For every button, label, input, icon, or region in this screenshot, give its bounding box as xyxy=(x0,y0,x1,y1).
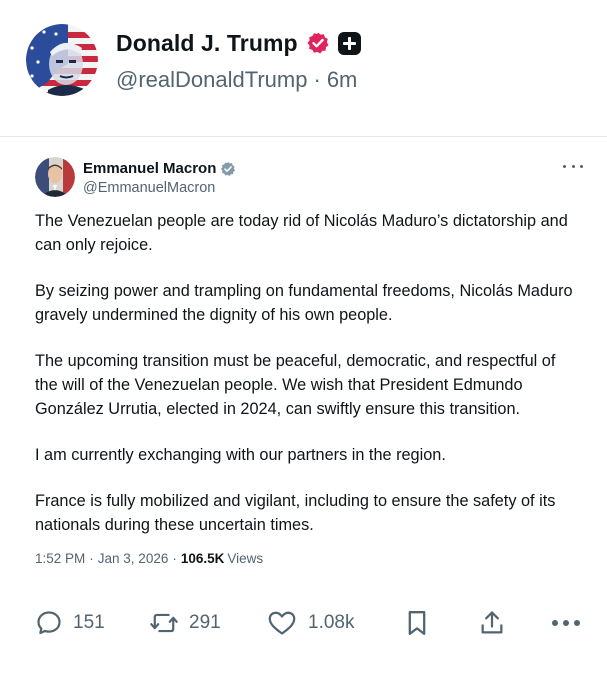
reply-count: 151 xyxy=(73,612,105,633)
post-time-ago[interactable]: 6m xyxy=(327,67,358,93)
post-paragraph: I am currently exchanging with our partn… xyxy=(35,446,446,464)
post-paragraph: By seizing power and trampling on fundam… xyxy=(35,282,573,324)
more-actions-button[interactable] xyxy=(550,603,582,643)
embedded-author-handle[interactable]: @EmmanuelMacron xyxy=(83,180,236,196)
dot xyxy=(563,164,566,168)
views-count[interactable]: 106.5K xyxy=(181,551,225,566)
like-button[interactable]: 1.08k xyxy=(266,603,354,643)
bookmark-icon xyxy=(408,611,426,635)
separator-dot: · xyxy=(172,551,177,566)
share-icon xyxy=(481,611,503,634)
reply-icon xyxy=(37,611,61,635)
action-bar: 151 291 1.08k xyxy=(35,603,595,643)
more-icon xyxy=(552,620,580,626)
repost-button[interactable]: 291 xyxy=(149,603,221,643)
post-date[interactable]: Jan 3, 2026 xyxy=(98,551,169,566)
reply-button[interactable]: 151 xyxy=(35,603,105,643)
dot xyxy=(571,164,575,168)
post-timestamp: 1:52 PM · Jan 3, 2026 · 106.5K Views xyxy=(35,551,263,566)
separator-dot: · xyxy=(313,67,321,92)
views-label: Views xyxy=(227,551,264,566)
verified-badge-icon xyxy=(307,32,329,54)
like-count: 1.08k xyxy=(308,612,355,633)
plus-icon xyxy=(337,31,361,55)
author-handle[interactable]: @realDonaldTrump xyxy=(116,67,307,93)
outer-post-header: Donald J. Trump @realDonaldTrump · 6m xyxy=(26,20,361,100)
post-paragraph: The Venezuelan people are today rid of N… xyxy=(35,212,568,254)
post-paragraph: France is fully mobilized and vigilant, … xyxy=(35,492,556,534)
avatar[interactable] xyxy=(26,24,98,96)
verified-badge-icon xyxy=(221,161,236,176)
heart-icon xyxy=(268,611,296,635)
more-options-icon[interactable] xyxy=(563,161,583,171)
embedded-author-name[interactable]: Emmanuel Macron xyxy=(83,160,216,177)
repost-count: 291 xyxy=(189,612,221,633)
post-time[interactable]: 1:52 PM xyxy=(35,551,85,566)
embedded-post-header: Emmanuel Macron @EmmanuelMacron xyxy=(35,157,236,197)
bookmark-button[interactable] xyxy=(405,603,429,643)
repost-icon xyxy=(150,613,178,633)
share-button[interactable] xyxy=(478,603,506,643)
embedded-avatar[interactable] xyxy=(35,157,75,197)
post-text: The Venezuelan people are today rid of N… xyxy=(35,209,580,559)
embedded-post-card[interactable]: Emmanuel Macron @EmmanuelMacron The Vene… xyxy=(0,136,607,680)
post-paragraph: The upcoming transition must be peaceful… xyxy=(35,352,556,418)
dot xyxy=(580,164,583,168)
separator-dot: · xyxy=(89,551,94,566)
author-name[interactable]: Donald J. Trump xyxy=(116,30,298,57)
